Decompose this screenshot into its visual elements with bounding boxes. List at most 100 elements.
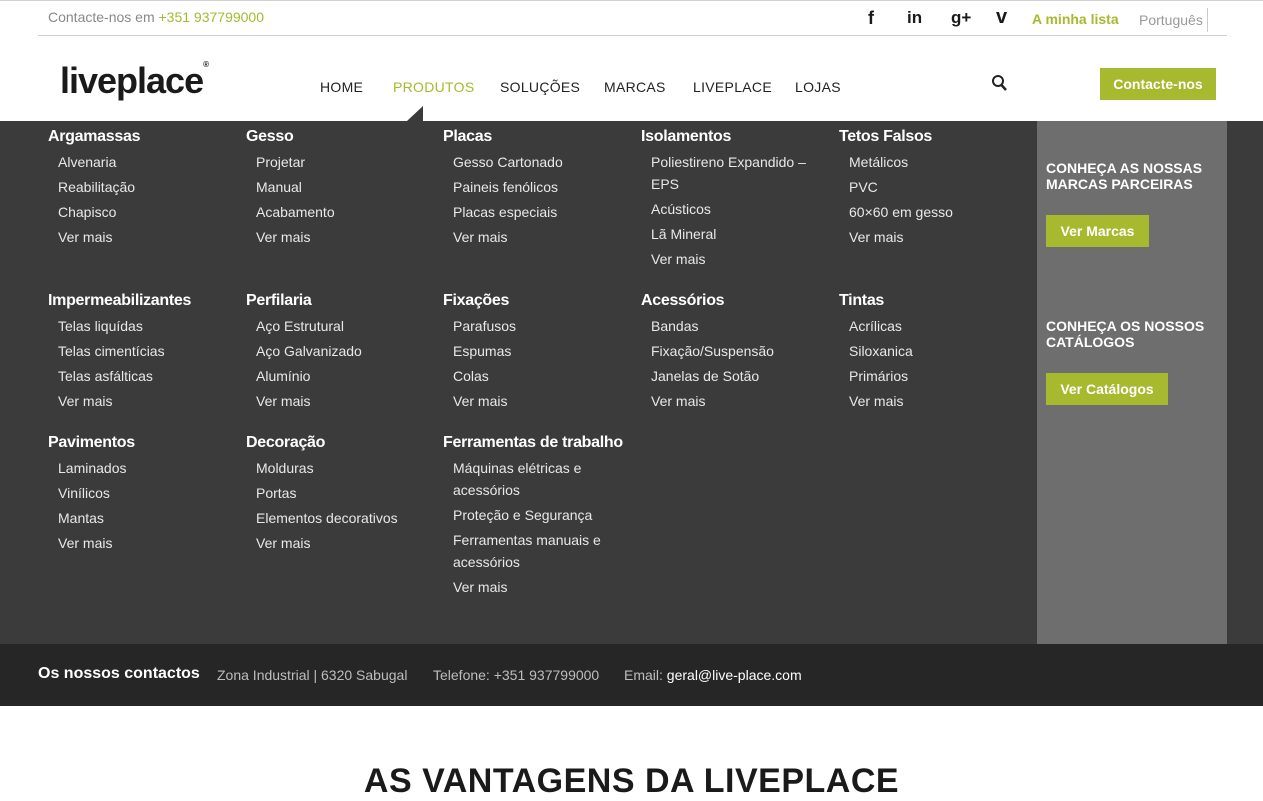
menu-link[interactable]: Laminados xyxy=(58,457,127,479)
see-brands-button[interactable]: Ver Marcas xyxy=(1046,215,1149,247)
logo[interactable]: liveplace® xyxy=(60,60,209,102)
menu-link[interactable]: Metálicos xyxy=(849,151,908,173)
menu-link[interactable]: Máquinas elétricas e xyxy=(453,457,581,479)
menu-link[interactable]: Alumínio xyxy=(256,365,310,387)
linkedin-icon[interactable]: in xyxy=(907,8,922,28)
menu-link-more[interactable]: Ver mais xyxy=(849,390,903,412)
nav-produtos[interactable]: PRODUTOS xyxy=(393,79,475,95)
nav-liveplace[interactable]: LIVEPLACE xyxy=(693,79,772,95)
menu-link-more[interactable]: Ver mais xyxy=(453,390,507,412)
vimeo-icon[interactable]: v xyxy=(996,6,1007,29)
menu-link-more[interactable]: Ver mais xyxy=(58,226,112,248)
menu-link[interactable]: Acabamento xyxy=(256,201,335,223)
menu-link-more[interactable]: Ver mais xyxy=(256,226,310,248)
menu-link[interactable]: Janelas de Sotão xyxy=(651,365,759,387)
menu-link[interactable]: Telas asfálticas xyxy=(58,365,153,387)
menu-link[interactable]: EPS xyxy=(651,173,679,195)
menu-link[interactable]: Acústicos xyxy=(651,198,711,220)
phone-label: Telefone: xyxy=(433,667,490,683)
menu-link[interactable]: Espumas xyxy=(453,340,511,362)
menu-link[interactable]: acessórios xyxy=(453,551,520,573)
nav-solucoes[interactable]: SOLUÇÕES xyxy=(500,79,580,95)
menu-link[interactable]: Placas especiais xyxy=(453,201,557,223)
menu-pointer xyxy=(407,106,423,121)
my-list-link[interactable]: A minha lista xyxy=(1032,11,1119,27)
contacts-email: Email: geral@live-place.com xyxy=(624,667,802,683)
menu-link[interactable]: Bandas xyxy=(651,315,698,337)
menu-link[interactable]: acessórios xyxy=(453,479,520,501)
category-placas[interactable]: Placas xyxy=(443,128,492,146)
category-perfilaria[interactable]: Perfilaria xyxy=(246,292,312,310)
contact-button[interactable]: Contacte-nos xyxy=(1100,68,1216,100)
language-selector[interactable]: Português xyxy=(1139,12,1203,28)
menu-link[interactable]: Siloxanica xyxy=(849,340,913,362)
menu-link[interactable]: Mantas xyxy=(58,507,104,529)
menu-link[interactable]: Alvenaria xyxy=(58,151,116,173)
nav-home[interactable]: HOME xyxy=(320,79,363,95)
contacts-title: Os nossos contactos xyxy=(38,665,200,682)
top-separator xyxy=(38,35,1227,36)
phone-value[interactable]: +351 937799000 xyxy=(494,667,600,683)
search-icon[interactable] xyxy=(991,74,1009,94)
category-impermeabilizantes[interactable]: Impermeabilizantes xyxy=(48,292,191,310)
top-phone: Contacte-nos em +351 937799000 xyxy=(48,9,264,25)
menu-link-more[interactable]: Ver mais xyxy=(256,390,310,412)
menu-link[interactable]: Chapisco xyxy=(58,201,116,223)
phone-label: Contacte-nos em xyxy=(48,9,155,25)
brands-heading-line1: CONHEÇA AS NOSSAS xyxy=(1046,160,1203,176)
menu-link[interactable]: Vinílicos xyxy=(58,482,110,504)
email-link[interactable]: geral@live-place.com xyxy=(667,667,802,683)
email-label: Email: xyxy=(624,667,663,683)
see-catalogs-button[interactable]: Ver Catálogos xyxy=(1046,373,1168,405)
menu-link[interactable]: Molduras xyxy=(256,457,314,479)
menu-link-more[interactable]: Ver mais xyxy=(58,390,112,412)
menu-link-more[interactable]: Ver mais xyxy=(849,226,903,248)
menu-link[interactable]: Gesso Cartonado xyxy=(453,151,563,173)
menu-link[interactable]: Primários xyxy=(849,365,908,387)
menu-link[interactable]: Paineis fenólicos xyxy=(453,176,558,198)
category-fixacoes[interactable]: Fixações xyxy=(443,292,509,310)
menu-link-more[interactable]: Ver mais xyxy=(453,226,507,248)
facebook-icon[interactable]: f xyxy=(868,8,874,29)
menu-link[interactable]: Parafusos xyxy=(453,315,516,337)
menu-link[interactable]: Telas cimentícias xyxy=(58,340,165,362)
category-isolamentos[interactable]: Isolamentos xyxy=(641,128,731,146)
menu-link-more[interactable]: Ver mais xyxy=(58,532,112,554)
category-ferramentas[interactable]: Ferramentas de trabalho xyxy=(443,434,623,452)
menu-link[interactable]: Aço Galvanizado xyxy=(256,340,362,362)
menu-link[interactable]: Reabilitação xyxy=(58,176,135,198)
phone-number-link[interactable]: +351 937799000 xyxy=(159,9,265,25)
category-argamassas[interactable]: Argamassas xyxy=(48,128,140,146)
category-tetos-falsos[interactable]: Tetos Falsos xyxy=(839,128,932,146)
menu-link[interactable]: Ferramentas manuais e xyxy=(453,529,601,551)
nav-marcas[interactable]: MARCAS xyxy=(604,79,666,95)
category-pavimentos[interactable]: Pavimentos xyxy=(48,434,135,452)
menu-link[interactable]: Lã Mineral xyxy=(651,223,716,245)
menu-link[interactable]: Fixação/Suspensão xyxy=(651,340,774,362)
catalogs-heading-line2: CATÁLOGOS xyxy=(1046,334,1135,350)
menu-link[interactable]: PVC xyxy=(849,176,878,198)
menu-link-more[interactable]: Ver mais xyxy=(651,248,705,270)
google-plus-icon[interactable]: g+ xyxy=(951,8,971,28)
menu-link[interactable]: Portas xyxy=(256,482,296,504)
menu-link-more[interactable]: Ver mais xyxy=(453,576,507,598)
category-tintas[interactable]: Tintas xyxy=(839,292,884,310)
category-gesso[interactable]: Gesso xyxy=(246,128,294,146)
category-decoracao[interactable]: Decoração xyxy=(246,434,325,452)
menu-link[interactable]: Telas liquídas xyxy=(58,315,143,337)
menu-link[interactable]: Acrílicas xyxy=(849,315,902,337)
menu-link[interactable]: Elementos decorativos xyxy=(256,507,398,529)
nav-lojas[interactable]: LOJAS xyxy=(795,79,841,95)
menu-link-more[interactable]: Ver mais xyxy=(256,532,310,554)
menu-link[interactable]: Projetar xyxy=(256,151,305,173)
menu-link[interactable]: Proteção e Segurança xyxy=(453,504,592,526)
language-divider xyxy=(1207,8,1208,32)
category-acessorios[interactable]: Acessórios xyxy=(641,292,725,310)
menu-link-more[interactable]: Ver mais xyxy=(651,390,705,412)
menu-link[interactable]: Aço Estrutural xyxy=(256,315,344,337)
menu-link[interactable]: Manual xyxy=(256,176,302,198)
menu-link[interactable]: Poliestireno Expandido – xyxy=(651,151,806,173)
menu-link[interactable]: 60×60 em gesso xyxy=(849,201,953,223)
menu-link[interactable]: Colas xyxy=(453,365,489,387)
section-heading: AS VANTAGENS DA LIVEPLACE xyxy=(363,762,900,800)
